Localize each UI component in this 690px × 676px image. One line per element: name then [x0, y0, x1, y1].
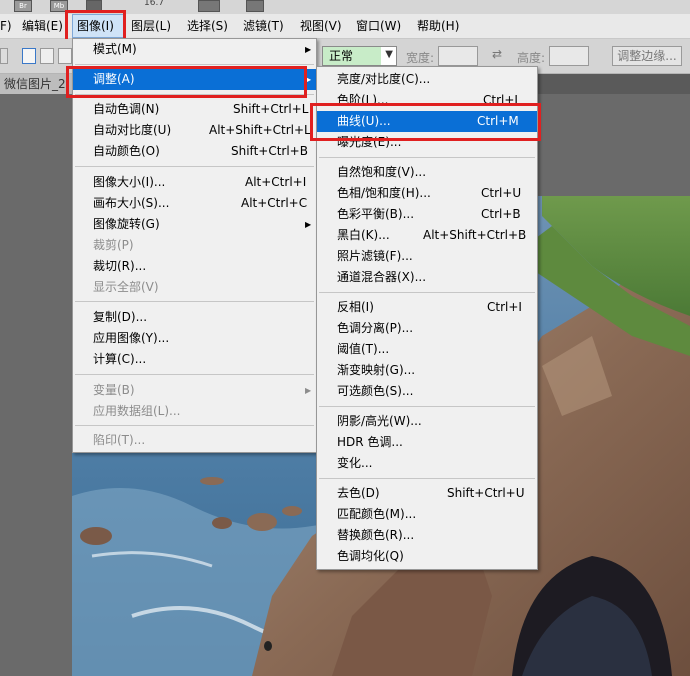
style-select[interactable]: 正常 ▼: [322, 46, 397, 66]
image-menu-item-auto-color[interactable]: 自动颜色(O) Shift+Ctrl+B: [73, 141, 316, 162]
image-menu-item-apply-image[interactable]: 应用图像(Y)...: [73, 328, 316, 349]
adjust-item-vibrance[interactable]: 自然饱和度(V)...: [317, 162, 537, 183]
image-menu-item-duplicate[interactable]: 复制(D)...: [73, 307, 316, 328]
width-label: 宽度:: [406, 51, 435, 65]
new-selection-icon[interactable]: [22, 48, 36, 64]
menu-file[interactable]: F): [0, 14, 12, 38]
adjust-item-equalize[interactable]: 色调均化(Q): [317, 546, 537, 567]
menu-separator: [75, 64, 314, 65]
image-menu-item-mode[interactable]: 模式(M) ▶: [73, 39, 316, 60]
menu-separator: [75, 166, 314, 167]
image-menu-item-variables: 变量(B) ▶: [73, 380, 316, 401]
image-menu: 模式(M) ▶ 调整(A) ▶ 自动色调(N) Shift+Ctrl+L 自动对比度(…: [72, 38, 317, 453]
menu-help[interactable]: 帮助(H): [417, 14, 459, 38]
adjust-item-brightness-contrast[interactable]: 亮度/对比度(C)...: [317, 69, 537, 90]
screen-mode-icon[interactable]: [246, 0, 264, 12]
menu-separator: [319, 157, 535, 158]
subtract-from-selection-icon[interactable]: [58, 48, 72, 64]
adjust-item-photo-filter[interactable]: 照片滤镜(F)...: [317, 246, 537, 267]
menu-separator: [75, 374, 314, 375]
annotation-box-curves: [310, 103, 541, 141]
adjust-item-color-balance[interactable]: 色彩平衡(B)... Ctrl+B: [317, 204, 537, 225]
menu-separator: [319, 478, 535, 479]
menu-separator: [75, 301, 314, 302]
image-menu-item-reveal-all: 显示全部(V): [93, 280, 159, 294]
adjust-item-shadows-highlights[interactable]: 阴影/高光(W)...: [317, 411, 537, 432]
image-menu-item-trap: 陷印(T)...: [93, 433, 146, 447]
arrange-documents-icon[interactable]: [198, 0, 220, 12]
tool-preset-picker[interactable]: [0, 48, 8, 64]
adjust-item-hue-saturation[interactable]: 色相/饱和度(H)... Ctrl+U: [317, 183, 537, 204]
height-label: 高度:: [517, 51, 546, 65]
image-menu-item-apply-data-set: 应用数据组(L)...: [93, 404, 181, 418]
image-menu-item-canvas-size[interactable]: 画布大小(S)... Alt+Ctrl+C: [73, 193, 316, 214]
image-menu-item-calculations[interactable]: 计算(C)...: [73, 349, 316, 370]
annotation-box-adjust: [66, 66, 307, 98]
menu-separator: [319, 406, 535, 407]
adjust-item-black-white[interactable]: 黑白(K)... Alt+Shift+Ctrl+B: [317, 225, 537, 246]
height-field[interactable]: [549, 46, 589, 66]
add-to-selection-icon[interactable]: [40, 48, 54, 64]
adjustments-submenu: 亮度/对比度(C)... 色阶(L)... Ctrl+L 曲线(U)... Ctrl…: [316, 66, 538, 570]
image-menu-item-auto-contrast[interactable]: 自动对比度(U) Alt+Shift+Ctrl+L: [73, 120, 316, 141]
adjust-item-invert[interactable]: 反相(I) Ctrl+I: [317, 297, 537, 318]
adjust-item-match-color[interactable]: 匹配颜色(M)...: [317, 504, 537, 525]
menu-layer[interactable]: 图层(L): [131, 14, 171, 38]
submenu-arrow-icon: ▶: [305, 386, 312, 395]
chevron-down-icon: ▼: [385, 49, 393, 60]
submenu-arrow-icon: ▶: [305, 220, 312, 229]
image-menu-item-crop: 裁剪(P): [93, 238, 134, 252]
menu-separator: [75, 425, 314, 426]
image-menu-item-rotation[interactable]: 图像旋转(G) ▶: [73, 214, 316, 235]
image-menu-item-auto-tone[interactable]: 自动色调(N) Shift+Ctrl+L: [73, 99, 316, 120]
width-field[interactable]: [438, 46, 478, 66]
zoom-level[interactable]: 16.7: [144, 0, 164, 8]
submenu-arrow-icon: ▶: [305, 45, 312, 54]
style-select-value: 正常: [323, 47, 381, 65]
adjust-item-posterize[interactable]: 色调分离(P)...: [317, 318, 537, 339]
menu-view[interactable]: 视图(V): [300, 14, 342, 38]
adjust-item-channel-mixer[interactable]: 通道混合器(X)...: [317, 267, 537, 288]
menu-select[interactable]: 选择(S): [187, 14, 228, 38]
adjust-item-selective-color[interactable]: 可选颜色(S)...: [317, 381, 537, 402]
adjust-item-variations[interactable]: 变化...: [317, 453, 537, 474]
adjust-item-desaturate[interactable]: 去色(D) Shift+Ctrl+U: [317, 483, 537, 504]
menu-edit[interactable]: 编辑(E): [22, 14, 63, 38]
adjust-item-threshold[interactable]: 阈值(T)...: [317, 339, 537, 360]
adjust-item-hdr-toning[interactable]: HDR 色调...: [317, 432, 537, 453]
image-menu-item-image-size[interactable]: 图像大小(I)... Alt+Ctrl+I: [73, 172, 316, 193]
bridge-icon[interactable]: Br: [14, 0, 32, 12]
menu-filter[interactable]: 滤镜(T): [243, 14, 284, 38]
menu-window[interactable]: 窗口(W): [356, 14, 401, 38]
swap-icon[interactable]: ⇄: [492, 47, 502, 61]
menu-separator: [319, 292, 535, 293]
refine-edge-button[interactable]: 调整边缘...: [612, 46, 682, 66]
adjust-item-replace-color[interactable]: 替换颜色(R)...: [317, 525, 537, 546]
image-menu-item-trim[interactable]: 裁切(R)...: [73, 256, 316, 277]
adjust-item-gradient-map[interactable]: 渐变映射(G)...: [317, 360, 537, 381]
